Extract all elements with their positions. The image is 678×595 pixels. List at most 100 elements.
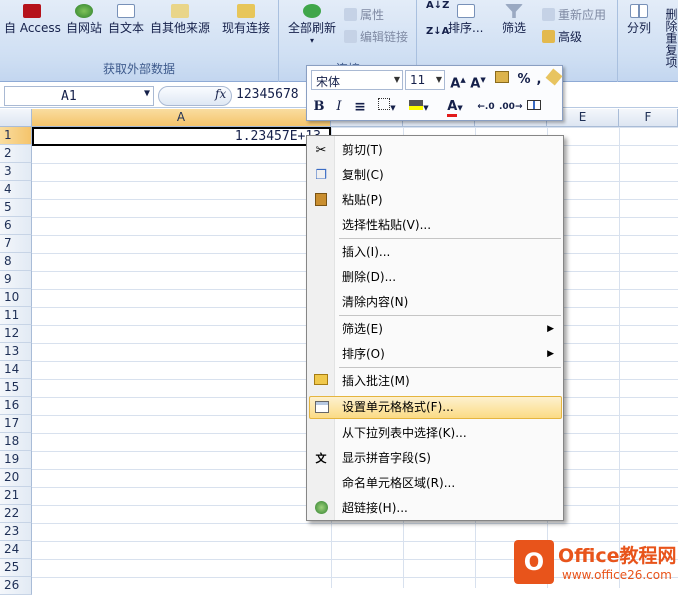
row-header[interactable]: 26 (0, 577, 32, 595)
sort-za-icon: Z↓A (426, 26, 450, 37)
from-text-button[interactable]: 自文本 (108, 4, 144, 36)
menu-item-delete[interactable]: 删除(D)... (309, 266, 562, 289)
menu-item-pick-from-list[interactable]: 从下拉列表中选择(K)... (309, 422, 562, 445)
access-icon (23, 4, 42, 18)
row-header[interactable]: 14 (0, 361, 32, 379)
chevron-down-icon: ▼ (393, 75, 400, 84)
sort-za-button[interactable]: Z↓A (426, 26, 449, 37)
increase-decimal-icon[interactable]: ←.0 (475, 98, 497, 116)
menu-item-hyperlink[interactable]: 超链接(H)... (309, 497, 562, 520)
menu-item-sort[interactable]: 排序(O) ▶ (309, 343, 562, 366)
hyperlink-icon (313, 501, 329, 516)
format-cells-icon (314, 401, 330, 416)
select-all-corner[interactable] (0, 109, 32, 127)
from-access-button[interactable]: 自 Access (4, 4, 61, 36)
row-header[interactable]: 1 (0, 127, 32, 145)
font-size-dropdown[interactable]: 11 ▼ (405, 70, 445, 90)
menu-item-paste[interactable]: 粘贴(P) (309, 189, 562, 212)
column-header-a[interactable]: A (32, 109, 331, 127)
center-icon[interactable]: ≡ (351, 98, 369, 116)
row-header[interactable]: 16 (0, 397, 32, 415)
comma-icon[interactable]: , (533, 71, 545, 89)
chevron-down-icon[interactable]: ▼ (144, 88, 150, 99)
row-header[interactable]: 8 (0, 253, 32, 271)
menu-separator (339, 238, 561, 239)
fill-color-icon[interactable]: ▼ (405, 98, 433, 116)
menu-item-insert-comment[interactable]: 插入批注(M) (309, 370, 562, 393)
from-other-sources-button[interactable]: 自其他来源 (150, 4, 210, 36)
connections-icon (237, 4, 255, 18)
column-header-f[interactable]: F (619, 109, 678, 127)
bold-icon[interactable]: B (311, 98, 327, 116)
from-web-button[interactable]: 自网站 (66, 4, 102, 36)
remove-duplicates-button[interactable]: 删除重复项 (665, 8, 678, 68)
row-header[interactable]: 21 (0, 487, 32, 505)
row-header[interactable]: 17 (0, 415, 32, 433)
watermark-brand: Office教程网 (558, 545, 677, 567)
get-external-data-group: 自 Access 自网站 自文本 自其他来源 现有连接 获取外部数据 (0, 0, 279, 82)
row-header[interactable]: 10 (0, 289, 32, 307)
percent-icon[interactable]: % (516, 71, 532, 89)
row-header[interactable]: 6 (0, 217, 32, 235)
refresh-all-button[interactable]: 全部刷新 ▾ (288, 4, 336, 45)
shrink-font-icon[interactable]: A▼ (469, 71, 487, 91)
chevron-right-icon: ▶ (547, 349, 554, 359)
menu-item-clear-contents[interactable]: 清除内容(N) (309, 291, 562, 314)
menu-item-paste-special[interactable]: 选择性粘贴(V)... (309, 214, 562, 237)
menu-item-copy[interactable]: ❐ 复制(C) (309, 164, 562, 187)
chevron-down-icon: ▼ (435, 75, 442, 84)
row-header[interactable]: 9 (0, 271, 32, 289)
grow-font-icon[interactable]: A▲ (449, 71, 467, 91)
insert-function-button[interactable]: fx (215, 87, 226, 101)
properties-button[interactable]: 属性 (344, 6, 384, 23)
edit-links-button[interactable]: 编辑链接 (344, 28, 408, 45)
row-header[interactable]: 7 (0, 235, 32, 253)
row-header[interactable]: 2 (0, 145, 32, 163)
row-header[interactable]: 25 (0, 559, 32, 577)
row-header[interactable]: 19 (0, 451, 32, 469)
row-header[interactable]: 15 (0, 379, 32, 397)
clipboard-icon (313, 193, 329, 208)
name-box[interactable]: A1 ▼ (4, 86, 154, 106)
row-header[interactable]: 3 (0, 163, 32, 181)
border-icon[interactable]: ▼ (375, 98, 399, 116)
number-format-icon[interactable] (490, 71, 514, 89)
menu-item-insert[interactable]: 插入(I)... (309, 241, 562, 264)
format-painter-icon[interactable] (545, 68, 563, 89)
decrease-decimal-icon[interactable]: .00→ (499, 98, 522, 116)
row-header[interactable]: 18 (0, 433, 32, 451)
row-header[interactable]: 23 (0, 523, 32, 541)
menu-item-format-cells[interactable]: 设置单元格格式(F)... (309, 396, 562, 419)
row-header[interactable]: 24 (0, 541, 32, 559)
row-header[interactable]: 11 (0, 307, 32, 325)
text-file-icon (117, 4, 135, 18)
merge-icon[interactable] (524, 98, 544, 116)
cell-a1[interactable]: 1.23457E+13 (32, 127, 331, 146)
sort-az-button[interactable]: A↓Z (426, 0, 449, 11)
menu-item-show-phonetic[interactable]: 文显示拼音字段(S) (309, 447, 562, 470)
reapply-button[interactable]: 重新应用 (542, 6, 606, 23)
advanced-filter-icon (542, 30, 555, 43)
row-header[interactable]: 22 (0, 505, 32, 523)
funnel-icon (505, 4, 523, 18)
chevron-down-icon: ▾ (310, 36, 315, 45)
row-header[interactable]: 5 (0, 199, 32, 217)
links-icon (344, 30, 357, 43)
menu-item-cut[interactable]: ✂ 剪切(T) (309, 139, 562, 162)
existing-connections-button[interactable]: 现有连接 (222, 4, 270, 36)
row-header[interactable]: 12 (0, 325, 32, 343)
row-header[interactable]: 4 (0, 181, 32, 199)
filter-button[interactable]: 筛选 (502, 4, 526, 36)
font-name-dropdown[interactable]: 宋体 ▼ (311, 70, 403, 90)
mini-toolbar: 宋体 ▼ 11 ▼ A▲ A▼ % , B I ≡ ▼ ▼ A▼ ←.0 .00→ (306, 65, 563, 121)
font-color-icon[interactable]: A▼ (441, 98, 469, 117)
sort-button[interactable]: 排序... (448, 4, 483, 36)
menu-item-define-name[interactable]: 命名单元格区域(R)... (309, 472, 562, 495)
row-header[interactable]: 20 (0, 469, 32, 487)
menu-item-filter[interactable]: 筛选(E) ▶ (309, 318, 562, 341)
advanced-filter-button[interactable]: 高级 (542, 28, 582, 45)
row-header[interactable]: 13 (0, 343, 32, 361)
formula-input[interactable]: 12345678 (236, 87, 299, 102)
text-to-columns-button[interactable]: 分列 (627, 4, 651, 36)
italic-icon[interactable]: I (331, 98, 347, 116)
